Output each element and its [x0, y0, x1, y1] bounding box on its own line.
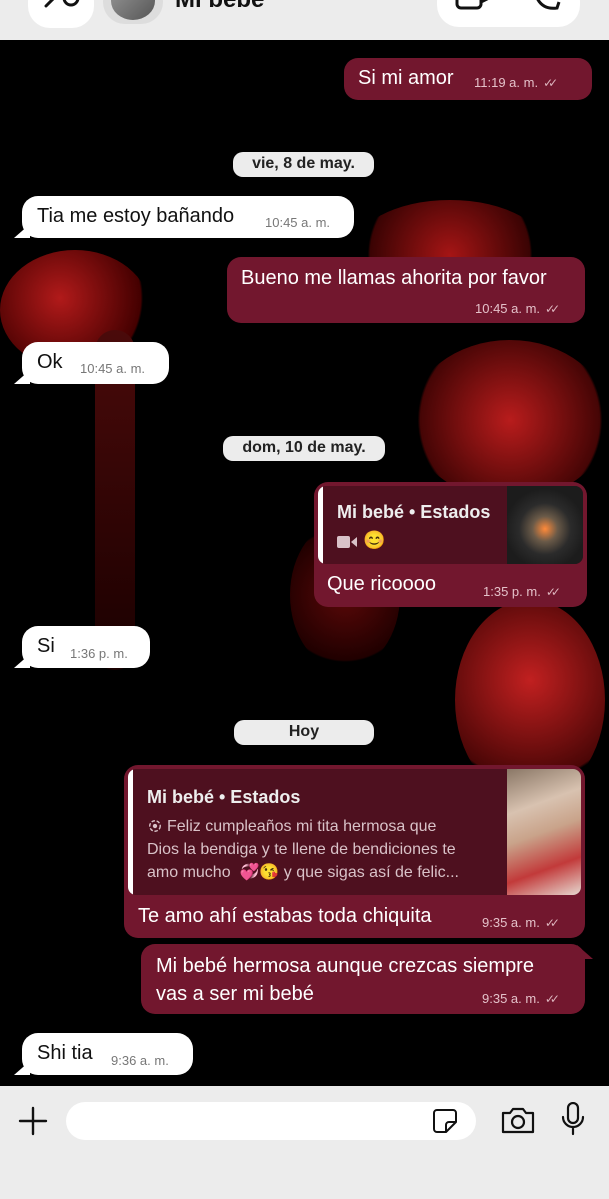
date-separator: dom, 10 de may.: [223, 436, 385, 461]
incoming-message[interactable]: Shi tia 9:36 a. m.: [22, 1033, 193, 1075]
message-time: 9:35 a. m.: [482, 915, 540, 930]
composer-bar: [0, 1086, 609, 1199]
message-time: 9:36 a. m.: [111, 1053, 169, 1068]
status-thumbnail: [507, 769, 581, 895]
message-text: Mi bebé hermosa aunque crezcas siempre: [156, 955, 534, 977]
message-text: vas a ser mi bebé: [156, 983, 314, 1005]
message-text: Bueno me llamas ahorita por favor: [241, 267, 547, 289]
message-time: 11:19 a. m.: [474, 75, 539, 90]
status-thumbnail: [507, 486, 583, 564]
message-time: 9:35 a. m.: [482, 991, 540, 1006]
message-text: Si: [37, 635, 55, 657]
quoted-status[interactable]: Mi bebé • Estados Feliz cumpleaños mi ti…: [128, 769, 581, 895]
outgoing-status-reply[interactable]: Mi bebé • Estados 😊 Que ricoooo 1:35 p. …: [314, 482, 587, 607]
message-time: 1:36 p. m.: [70, 646, 128, 661]
date-separator: Hoy: [234, 720, 374, 745]
chat-header: Mi bebé: [0, 0, 609, 40]
date-separator: vie, 8 de may.: [233, 152, 374, 177]
back-button[interactable]: [28, 0, 94, 28]
quote-title: Mi bebé • Estados: [147, 787, 301, 807]
message-time: 10:45 a. m.: [265, 215, 331, 230]
read-receipt-icon: ✓✓: [543, 76, 558, 90]
quoted-status[interactable]: Mi bebé • Estados 😊: [318, 486, 583, 564]
outgoing-message[interactable]: Bueno me llamas ahorita por favor 10:45 …: [227, 257, 585, 323]
outgoing-message[interactable]: Si mi amor 11:19 a. m. ✓✓: [344, 58, 592, 100]
avatar-image: [111, 0, 155, 20]
phone-icon[interactable]: [535, 0, 563, 10]
sticker-icon[interactable]: [432, 1108, 458, 1134]
message-list[interactable]: Si mi amor 11:19 a. m. ✓✓ vie, 8 de may. …: [0, 40, 609, 1086]
microphone-icon[interactable]: [561, 1102, 585, 1136]
quote-title: Mi bebé • Estados: [337, 502, 491, 522]
quote-text-line: y que sigas así de felic...: [283, 864, 459, 881]
message-text: Ok: [37, 351, 63, 373]
read-receipt-icon: ✓✓: [545, 585, 561, 599]
incoming-message[interactable]: Tia me estoy bañando 10:45 a. m.: [22, 196, 354, 238]
outgoing-status-reply[interactable]: Mi bebé • Estados Feliz cumpleaños mi ti…: [124, 765, 585, 938]
message-input[interactable]: [66, 1102, 476, 1140]
back-arrow-icon: [44, 0, 80, 8]
read-receipt-icon: ✓✓: [545, 302, 560, 316]
message-text: Tia me estoy bañando: [37, 205, 235, 227]
quote-text-line: Feliz cumpleaños mi tita hermosa que: [167, 818, 437, 835]
call-actions: [437, 0, 580, 27]
message-time: 10:45 a. m.: [80, 361, 146, 376]
video-icon: [337, 536, 357, 548]
message-text: Shi tia: [37, 1042, 93, 1064]
message-text: Que ricoooo: [327, 573, 436, 595]
plus-icon[interactable]: [18, 1106, 48, 1136]
incoming-message[interactable]: Ok 10:45 a. m.: [22, 342, 169, 384]
read-receipt-icon: ✓✓: [544, 992, 560, 1006]
message-text: Si mi amor: [358, 67, 454, 89]
outgoing-message[interactable]: Mi bebé hermosa aunque crezcas siempre v…: [141, 944, 585, 1014]
video-call-icon[interactable]: [455, 0, 491, 10]
message-time: 1:35 p. m.: [483, 584, 541, 599]
status-icon: [149, 820, 161, 832]
message-text: Te amo ahí estabas toda chiquita: [138, 905, 432, 927]
incoming-message[interactable]: Si 1:36 p. m.: [22, 626, 150, 668]
quote-emojis: 💞😘: [239, 864, 280, 881]
avatar[interactable]: [103, 0, 163, 24]
quote-text-line: amo mucho: [147, 864, 231, 881]
quote-emoji: 😊: [363, 530, 386, 550]
read-receipt-icon: ✓✓: [544, 916, 560, 930]
camera-icon[interactable]: [500, 1106, 536, 1134]
contact-name[interactable]: Mi bebé: [175, 0, 264, 14]
quote-text-line: Dios la bendiga y te llene de bendicione…: [147, 841, 456, 858]
message-time: 10:45 a. m.: [475, 301, 541, 316]
